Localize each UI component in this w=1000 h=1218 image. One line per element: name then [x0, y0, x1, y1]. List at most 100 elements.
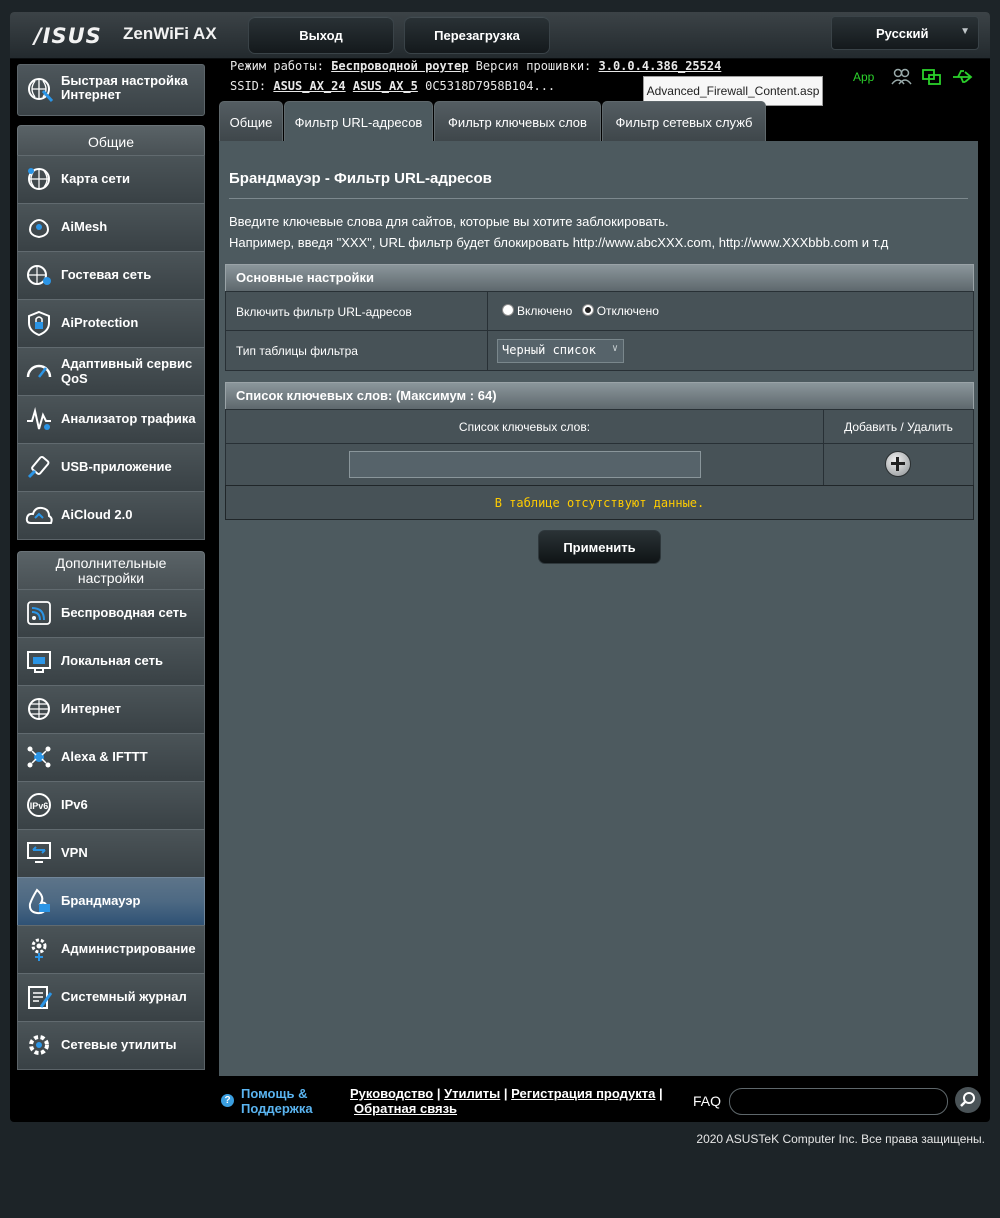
usb-icon [25, 453, 53, 486]
sidebar-item-wireless[interactable]: Беспроводная сеть [17, 589, 205, 638]
sidebar-item-label: Брандмауэр [61, 893, 141, 908]
sidebar-item-gauge[interactable]: Адаптивный сервис QoS [17, 347, 205, 396]
column-keywords: Список ключевых слов: [458, 420, 591, 434]
register-link[interactable]: Регистрация продукта [511, 1086, 655, 1101]
radio-disabled-label: Отключено [596, 304, 659, 318]
table-type-value: Черный список [502, 343, 596, 357]
sidebar-item-shield-lock[interactable]: AiProtection [17, 299, 205, 348]
sidebar-item-traffic-analyzer[interactable]: Анализатор трафика [17, 395, 205, 444]
app-link[interactable]: App [853, 70, 874, 84]
tools-icon [25, 1031, 53, 1064]
sidebar-item-ipv6[interactable]: IPv6 IPv6 [17, 781, 205, 830]
enable-filter-label: Включить фильтр URL-адресов [236, 305, 412, 319]
sidebar-item-log[interactable]: Системный журнал [17, 973, 205, 1022]
asus-logo: /ISUS [34, 24, 102, 48]
sidebar-item-label: Карта сети [61, 171, 130, 186]
alexa-icon [25, 743, 53, 776]
no-data-message: В таблице отсутствуют данные. [225, 485, 974, 520]
ssid-5-link[interactable]: ASUS_AX_5 [353, 79, 418, 93]
shield-lock-icon [25, 309, 53, 342]
help-icon: ? [221, 1094, 234, 1107]
apply-button[interactable]: Применить [538, 530, 661, 564]
title-divider [229, 198, 968, 199]
tab-keyword-filter[interactable]: Фильтр ключевых слов [434, 101, 601, 142]
sidebar-item-guest-network[interactable]: Гостевая сеть [17, 251, 205, 300]
tab-general[interactable]: Общие [219, 101, 283, 142]
table-type-select[interactable]: Черный список ∨ [497, 339, 624, 363]
traffic-analyzer-icon [25, 405, 53, 438]
admin-gear-icon [25, 935, 53, 968]
sidebar-item-label: Адаптивный сервис QoS [61, 356, 193, 386]
utilities-link[interactable]: Утилиты [444, 1086, 500, 1101]
usb-status-icon[interactable] [951, 67, 975, 87]
guest-network-icon [25, 261, 53, 294]
table-type-label: Тип таблицы фильтра [236, 344, 358, 358]
sidebar-item-label: Системный журнал [61, 989, 187, 1004]
ssid-24-link[interactable]: ASUS_AX_24 [273, 79, 345, 93]
sidebar-item-internet-globe[interactable]: Интернет [17, 685, 205, 734]
reboot-button[interactable]: Перезагрузка [404, 16, 550, 54]
keyword-list-header: Список ключевых слов: (Максимум : 64) [225, 382, 974, 410]
sidebar-item-label: Alexa & IFTTT [61, 749, 148, 764]
wireless-icon [25, 599, 53, 632]
model-name: ZenWiFi AX [123, 24, 217, 43]
tab-service-filter[interactable]: Фильтр сетевых служб [602, 101, 766, 142]
radio-enabled[interactable] [502, 304, 514, 316]
gauge-icon [25, 357, 53, 390]
sidebar-item-label: USB-приложение [61, 459, 172, 474]
sidebar-item-alexa[interactable]: Alexa & IFTTT [17, 733, 205, 782]
tab-url-filter[interactable]: Фильтр URL-адресов [284, 101, 433, 142]
mode-label: Режим работы: [230, 59, 324, 73]
description-line-2: Например, введя "XXX", URL фильтр будет … [229, 235, 889, 250]
feedback-link[interactable]: Обратная связь [354, 1101, 457, 1116]
enable-filter-row: Включить фильтр URL-адресов Включено Отк… [225, 291, 974, 331]
column-add-delete: Добавить / Удалить [844, 420, 953, 434]
sidebar-item-label: Анализатор трафика [61, 411, 196, 426]
logout-button[interactable]: Выход [248, 16, 394, 54]
sidebar-item-label: VPN [61, 845, 88, 860]
sidebar-item-label: Гостевая сеть [61, 267, 152, 282]
vpn-icon [25, 839, 53, 872]
sidebar-item-lan[interactable]: Локальная сеть [17, 637, 205, 686]
sidebar-item-globe-network[interactable]: Карта сети [17, 155, 205, 204]
sidebar-item-label: Интернет [61, 701, 122, 716]
language-value: Русский [876, 26, 929, 41]
firewall-icon [25, 887, 53, 920]
footer-links: Руководство | Утилиты | Регистрация прод… [350, 1086, 663, 1116]
sidebar-item-mesh[interactable]: AiMesh [17, 203, 205, 252]
mode-link[interactable]: Беспроводной роутер [331, 59, 468, 73]
sidebar-item-cloud[interactable]: AiCloud 2.0 [17, 491, 205, 540]
radio-disabled[interactable] [581, 304, 594, 316]
language-select[interactable]: Русский ▼ [831, 16, 979, 50]
advanced-group-header: Дополнительные настройки [17, 551, 205, 590]
network-status-icon[interactable] [921, 67, 943, 87]
copyright: 2020 ASUSTeK Computer Inc. Все права защ… [696, 1132, 985, 1146]
chevron-down-icon: ▼ [960, 26, 970, 37]
cloud-icon [25, 501, 53, 534]
keyword-input[interactable] [349, 451, 701, 478]
sidebar-item-usb[interactable]: USB-приложение [17, 443, 205, 492]
manual-link[interactable]: Руководство [350, 1086, 433, 1101]
clients-icon[interactable] [890, 67, 912, 87]
quick-setup-label: Быстрая настройка Интернет [61, 73, 188, 102]
sidebar-item-label: AiCloud 2.0 [61, 507, 133, 522]
keyword-columns-row: Список ключевых слов: Добавить / Удалить [225, 409, 974, 445]
ssid-extra: 0C5318D7958B104... [425, 79, 556, 93]
sidebar-item-vpn[interactable]: VPN [17, 829, 205, 878]
sidebar-item-tools[interactable]: Сетевые утилиты [17, 1021, 205, 1070]
faq-search-input[interactable] [729, 1088, 948, 1115]
ssid-label: SSID: [230, 79, 267, 93]
internet-globe-icon [25, 695, 53, 728]
search-button[interactable] [955, 1087, 981, 1113]
sidebar-item-firewall[interactable]: Брандмауэр [17, 877, 205, 926]
lan-icon [25, 647, 53, 680]
sidebar-item-label: IPv6 [61, 797, 88, 812]
quick-setup-button[interactable]: Быстрая настройка Интернет [17, 64, 205, 116]
basic-settings-header: Основные настройки [225, 264, 974, 292]
search-icon [960, 1092, 975, 1107]
firmware-link[interactable]: 3.0.0.4.386_25524 [599, 59, 722, 73]
add-circle-icon[interactable] [885, 451, 911, 477]
sidebar-item-admin-gear[interactable]: Администрирование [17, 925, 205, 974]
globe-network-icon [25, 165, 53, 198]
log-icon [25, 983, 53, 1016]
